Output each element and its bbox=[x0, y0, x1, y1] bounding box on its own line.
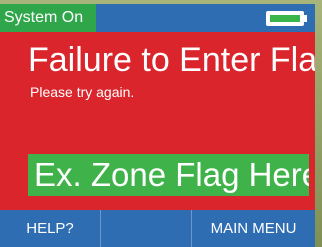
middle-soft-key[interactable] bbox=[101, 210, 191, 247]
error-title: Failure to Enter Flag bbox=[28, 41, 315, 79]
soft-key-bar: HELP? MAIN MENU bbox=[0, 210, 315, 247]
battery-tip bbox=[304, 15, 307, 22]
battery-level-fill bbox=[270, 15, 300, 22]
device-bezel: System On Failure to Enter Flag Please t… bbox=[0, 0, 322, 247]
error-subtitle: Please try again. bbox=[30, 84, 135, 100]
battery-icon bbox=[266, 11, 304, 26]
status-bar: System On bbox=[0, 4, 315, 32]
system-status-label: System On bbox=[0, 4, 96, 32]
help-button[interactable]: HELP? bbox=[0, 210, 100, 247]
zone-flag-field[interactable]: Ex. Zone Flag Here bbox=[28, 154, 309, 196]
display-screen: System On Failure to Enter Flag Please t… bbox=[0, 4, 315, 247]
main-menu-button[interactable]: MAIN MENU bbox=[192, 210, 315, 247]
